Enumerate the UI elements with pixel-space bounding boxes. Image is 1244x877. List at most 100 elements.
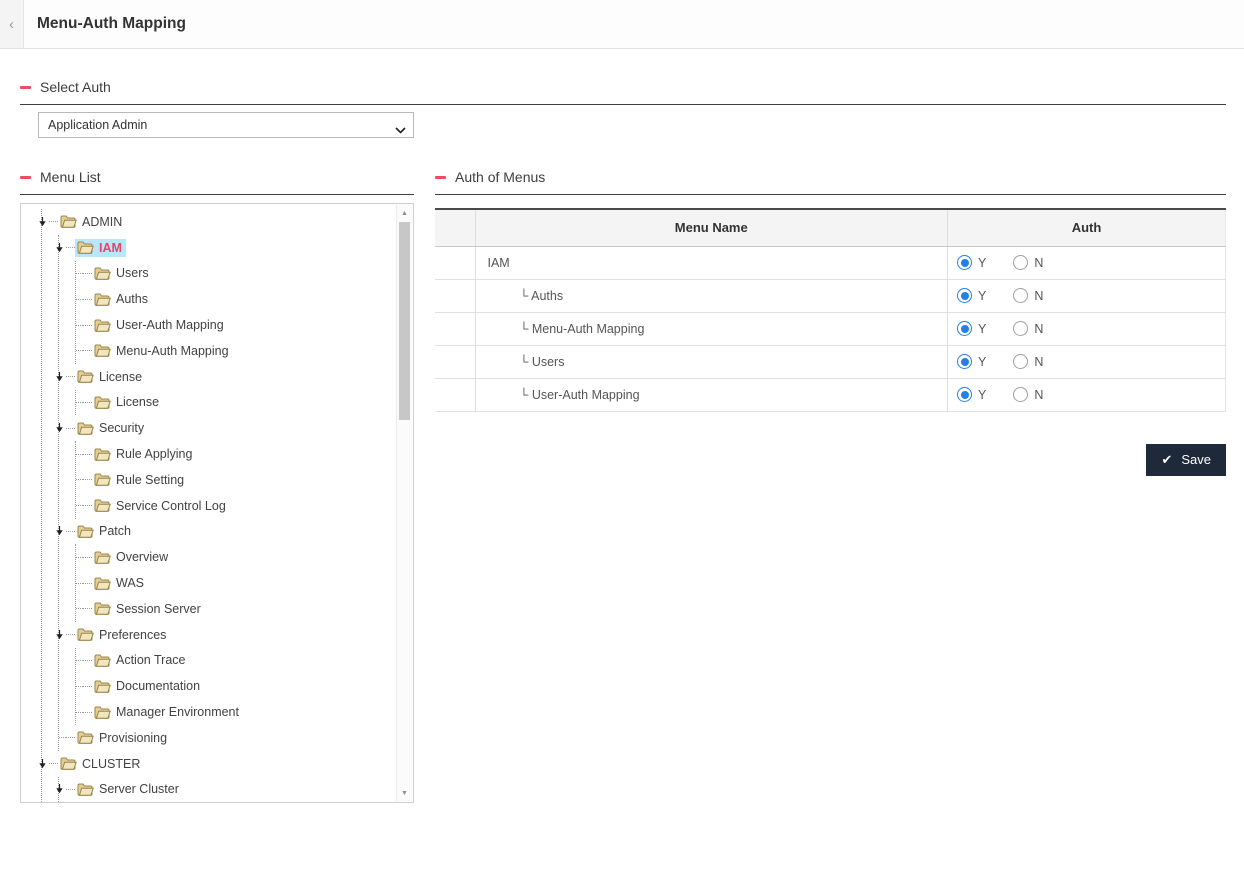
radio-y-icon[interactable] — [957, 255, 972, 270]
expand-arrow-icon[interactable] — [55, 243, 64, 253]
expand-arrow-icon[interactable] — [55, 526, 64, 536]
tree-node-documentation[interactable]: Documentation — [92, 677, 204, 695]
save-button[interactable]: ✔ Save — [1146, 444, 1226, 476]
radio-n-icon[interactable] — [1013, 387, 1028, 402]
tree-node-session-server[interactable]: Session Server — [92, 600, 205, 618]
tree-toggle-patch[interactable] — [52, 526, 66, 536]
expand-arrow-icon[interactable] — [38, 759, 47, 769]
tree-connector — [69, 505, 83, 506]
tree-item-server-cluster: Server Cluster — [59, 777, 413, 803]
radio-y-icon[interactable] — [957, 288, 972, 303]
tree-node-cluster[interactable]: CLUSTER — [58, 755, 144, 773]
section-accent-dash-icon — [435, 176, 446, 179]
tree-node-action-trace[interactable]: Action Trace — [92, 651, 189, 669]
tree-node-rule-setting[interactable]: Rule Setting — [92, 471, 188, 489]
tree-toggle-iam[interactable] — [52, 243, 66, 253]
tree-connector-line — [83, 325, 92, 326]
tree-item-was: WAS — [76, 570, 413, 596]
radio-option-y[interactable]: Y — [957, 321, 986, 336]
tree-toggle-admin[interactable] — [35, 217, 49, 227]
tree-connector-line — [83, 454, 92, 455]
tree-item-provisioning: Provisioning — [59, 725, 413, 751]
radio-y-icon[interactable] — [957, 354, 972, 369]
tree-node-iam[interactable]: IAM — [75, 239, 126, 257]
tree-node-label: Rule Applying — [116, 447, 192, 461]
radio-n-icon[interactable] — [1013, 288, 1028, 303]
tree-connector — [69, 299, 83, 300]
radio-n-icon[interactable] — [1013, 321, 1028, 336]
expand-arrow-icon[interactable] — [55, 784, 64, 794]
radio-option-n[interactable]: N — [1013, 288, 1043, 303]
select-auth-title: Select Auth — [40, 79, 111, 95]
tree-node-label: Action Trace — [116, 653, 185, 667]
tree-node-preferences[interactable]: Preferences — [75, 626, 170, 644]
expand-arrow-icon[interactable] — [55, 423, 64, 433]
tree-node-admin[interactable]: ADMIN — [58, 213, 126, 231]
tree-toggle-server-cluster[interactable] — [52, 784, 66, 794]
radio-label: Y — [978, 256, 986, 270]
tree-node-rule-applying[interactable]: Rule Applying — [92, 445, 196, 463]
tree-connector-line — [49, 763, 58, 764]
tree-node-label: Auths — [116, 292, 148, 306]
tree-node-user-auth-mapping[interactable]: User-Auth Mapping — [92, 316, 228, 334]
page-header: ‹ Menu-Auth Mapping — [0, 0, 1244, 49]
expand-arrow-icon[interactable] — [55, 630, 64, 640]
radio-option-y[interactable]: Y — [957, 354, 986, 369]
radio-y-icon[interactable] — [957, 321, 972, 336]
tree-connector-line — [83, 273, 92, 274]
tree-node-overview[interactable]: Overview — [92, 548, 172, 566]
tree-node-provisioning[interactable]: Provisioning — [75, 729, 171, 747]
tree-toggle-security[interactable] — [52, 423, 66, 433]
radio-option-y[interactable]: Y — [957, 387, 986, 402]
scroll-down-arrow-icon[interactable]: ▼ — [397, 785, 412, 801]
tree-node-service-control-log[interactable]: Service Control Log — [92, 497, 230, 515]
expand-arrow-icon[interactable] — [55, 372, 64, 382]
tree-toggle-preferences[interactable] — [52, 630, 66, 640]
radio-option-y[interactable]: Y — [957, 255, 986, 270]
tree-node-server-cluster[interactable]: Server Cluster — [75, 780, 183, 798]
tree-node-users[interactable]: Users — [92, 264, 153, 282]
tree-node-security[interactable]: Security — [75, 419, 148, 437]
tree-node-license[interactable]: License — [92, 393, 163, 411]
scroll-up-arrow-icon[interactable]: ▲ — [397, 205, 412, 221]
select-auth-header: Select Auth — [20, 79, 1226, 105]
page-title: Menu-Auth Mapping — [37, 0, 186, 48]
tree-node-label: License — [99, 370, 142, 384]
menu-list-section: Menu List ADMINIAMUsersAuthsUser-Auth Ma… — [20, 169, 414, 803]
tree-node-was[interactable]: WAS — [92, 574, 148, 592]
section-accent-dash-icon — [20, 176, 31, 179]
tree-node-label: Overview — [116, 550, 168, 564]
tree-scrollbar[interactable]: ▲ ▼ — [396, 205, 412, 801]
tree-node-label: WAS — [116, 576, 144, 590]
auth-table: Menu Name Auth IAMYN└ AuthsYN└ Menu-Auth… — [435, 208, 1226, 412]
radio-option-n[interactable]: N — [1013, 387, 1043, 402]
tree-node-license[interactable]: License — [75, 368, 146, 386]
tree-node-label: Provisioning — [99, 731, 167, 745]
tree-node-patch[interactable]: Patch — [75, 522, 135, 540]
radio-n-icon[interactable] — [1013, 354, 1028, 369]
radio-option-n[interactable]: N — [1013, 321, 1043, 336]
tree-item-menu-auth-mapping: Menu-Auth Mapping — [76, 338, 413, 364]
expand-arrow-icon[interactable] — [38, 217, 47, 227]
folder-icon — [94, 319, 111, 332]
folder-icon — [94, 293, 111, 306]
tree-node-manager-environment[interactable]: Manager Environment — [92, 703, 243, 721]
radio-y-icon[interactable] — [957, 387, 972, 402]
radio-option-n[interactable]: N — [1013, 255, 1043, 270]
tree-connector — [69, 402, 83, 403]
tree-item-preferences: Preferences Action Trace Documentation Mana… — [59, 622, 413, 725]
tree-node-menu-auth-mapping[interactable]: Menu-Auth Mapping — [92, 342, 233, 360]
tree-node-auths[interactable]: Auths — [92, 290, 152, 308]
radio-n-icon[interactable] — [1013, 255, 1028, 270]
back-button[interactable]: ‹ — [0, 0, 24, 48]
tree-item-admin: ADMIN IAM Users Auths User-Auth Mapping Menu-… — [42, 209, 413, 751]
radio-option-n[interactable]: N — [1013, 354, 1043, 369]
tree-connector-line — [83, 402, 92, 403]
tree-connector — [52, 737, 66, 738]
tree-toggle-cluster[interactable] — [35, 759, 49, 769]
tree-toggle-license[interactable] — [52, 372, 66, 382]
tree-node-label: User-Auth Mapping — [116, 318, 224, 332]
scrollbar-thumb[interactable] — [399, 222, 410, 420]
auth-select[interactable]: Application Admin — [38, 112, 414, 138]
radio-option-y[interactable]: Y — [957, 288, 986, 303]
